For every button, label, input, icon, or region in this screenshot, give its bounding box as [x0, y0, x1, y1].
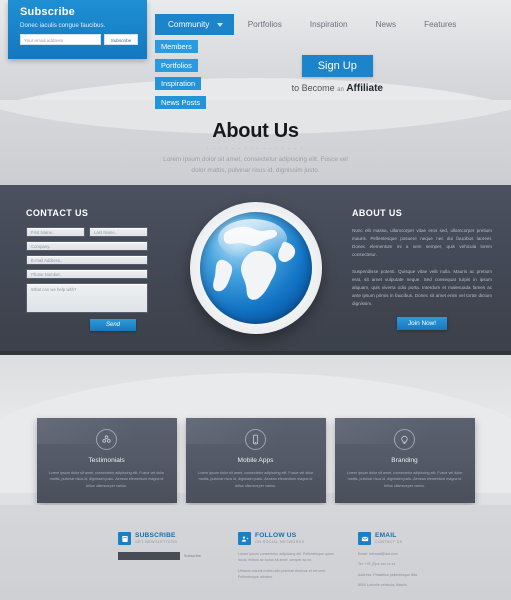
footer-email-line-2: Tel: +31 (0)xx xxx xx xx	[358, 562, 396, 567]
card-text: Lorem ipsum dolor sit amet, consectetur …	[48, 471, 165, 488]
nav-item-news[interactable]: News	[362, 14, 410, 35]
card-title: Testimonials	[88, 457, 125, 464]
footer-email-title: EMAIL	[375, 532, 397, 540]
footer-follow-body: Lorem ipsum consectetur adipiscing elit.…	[238, 551, 336, 580]
subscribe-email-input[interactable]: Your email address	[20, 34, 101, 45]
hero-section: About Us · · · · · · · · · · · · · · · ·…	[0, 100, 511, 185]
subscribe-form: Your email address Subscribe	[20, 34, 138, 45]
card-title: Branding	[391, 457, 418, 464]
footer-subscribe-button[interactable]: Subscribe	[184, 554, 201, 558]
subscribe-title: Subscribe	[20, 6, 75, 18]
footer-email-line-4: 6000 Lobortis vehicula, Mauris	[358, 582, 407, 587]
footer-follow-text-1: Lorem ipsum consectetur adipiscing elit.…	[238, 552, 334, 563]
dropdown-item-portfolios[interactable]: Portfolios	[155, 58, 198, 72]
card-sheen	[185, 418, 326, 444]
hero-subtitle: Lorem ipsum dolor sit amet, consectetur …	[0, 155, 511, 177]
email-input[interactable]: E-mail Address..	[26, 255, 148, 265]
footer-subscribe-header: SUBSCRIBE GET NEWSLETTERS	[118, 532, 216, 545]
feature-card-mobile-apps[interactable]: Mobile Apps Lorem ipsum dolor sit amet, …	[185, 418, 326, 503]
footer-follow-text-2: Utharus mauris mollis odio pulvinar rhon…	[238, 568, 327, 579]
card-text: Lorem ipsum dolor sit amet, consectetur …	[346, 471, 463, 488]
footer-subscribe-subtitle: GET NEWSLETTERS	[135, 539, 178, 544]
footer-email-titles: EMAIL CONTACT US	[375, 532, 403, 544]
nav-item-features[interactable]: Features	[410, 14, 470, 35]
globe-sphere	[200, 212, 312, 324]
footer-newsletter-input[interactable]	[118, 552, 180, 560]
dropdown-item-news-posts[interactable]: News Posts	[155, 95, 207, 109]
card-sheen	[334, 418, 475, 444]
social-users-icon	[238, 532, 251, 545]
dropdown-item-members[interactable]: Members	[155, 40, 198, 53]
about-paragraph-1: Nunc elit massa, ullamcorper vitae eros …	[352, 228, 492, 258]
feature-card-branding[interactable]: Branding Lorem ipsum dolor sit amet, con…	[334, 418, 475, 503]
footer-follow-column: FOLLOW US ON SOCIAL NETWORKS Lorem ipsum…	[238, 532, 336, 592]
globe-highlight	[217, 218, 288, 260]
name-field-row: First Name.. Last Name..	[26, 227, 148, 241]
affiliate-caption-before: to Become	[291, 83, 335, 93]
globe-icon	[190, 202, 322, 334]
mail-icon	[358, 532, 371, 545]
signup-callout: Sign Up to Become an Affiliate	[292, 55, 383, 94]
last-name-input[interactable]: Last Name..	[89, 227, 148, 237]
footer-email-header: EMAIL CONTACT US	[358, 532, 456, 545]
join-now-button[interactable]: Join Now!	[397, 317, 447, 331]
nav-item-community-label: Community	[168, 20, 210, 29]
subscribe-tagline: Donec iaculis congue faucibus.	[20, 22, 106, 29]
sign-up-button[interactable]: Sign Up	[301, 55, 373, 77]
newsletter-icon	[118, 532, 131, 545]
card-title: Mobile Apps	[237, 457, 274, 464]
features-section: Testimonials Lorem ipsum dolor sit amet,…	[0, 355, 511, 505]
footer-follow-titles: FOLLOW US ON SOCIAL NETWORKS	[255, 532, 305, 544]
about-us-heading: ABOUT US	[352, 208, 403, 218]
footer-follow-title: FOLLOW US	[255, 532, 297, 540]
title-divider: · · · · · · · · · · · · · · · ·	[206, 146, 305, 152]
footer-email-subtitle: CONTACT US	[375, 539, 403, 544]
website-mockup: Subscribe Donec iaculis congue faucibus.…	[0, 0, 511, 600]
footer-subscribe-titles: SUBSCRIBE GET NEWSLETTERS	[135, 532, 178, 544]
globe-illustration	[182, 196, 330, 346]
footer-email-body: Email: infomail@dot.com Tel: +31 (0)xx x…	[358, 551, 456, 588]
footer-columns: SUBSCRIBE GET NEWSLETTERS Subscribe FOLL…	[118, 532, 458, 592]
card-text: Lorem ipsum dolor sit amet, consectetur …	[197, 471, 314, 488]
subscribe-widget: Subscribe Donec iaculis congue faucibus.…	[8, 0, 147, 59]
affiliate-caption-strong: Affiliate	[346, 83, 383, 94]
contact-us-heading: CONTACT US	[26, 208, 89, 218]
hero-subtitle-line2: dolor mattis, pulvinar risus id, digniss…	[191, 166, 320, 174]
hero-subtitle-line1: Lorem ipsum dolor sit amet, consectetur …	[163, 156, 348, 163]
phone-input[interactable]: Phone Number..	[26, 269, 148, 279]
footer-subscribe-column: SUBSCRIBE GET NEWSLETTERS Subscribe	[118, 532, 216, 592]
footer-email-column: EMAIL CONTACT US Email: infomail@dot.com…	[358, 532, 456, 592]
affiliate-caption-small: an	[337, 87, 344, 93]
community-dropdown-menu: Members Portfolios Inspiration News Post…	[155, 36, 207, 110]
subscribe-submit-button[interactable]: Subscribe	[104, 34, 138, 45]
nav-item-portfolios[interactable]: Portfolios	[234, 14, 296, 35]
dropdown-item-inspiration[interactable]: Inspiration	[155, 77, 202, 90]
feature-cards: Testimonials Lorem ipsum dolor sit amet,…	[0, 418, 511, 503]
message-textarea[interactable]: What can we help with?	[26, 283, 148, 313]
contact-form: CONTACT US First Name.. Last Name.. Comp…	[26, 208, 148, 331]
first-name-input[interactable]: First Name..	[26, 227, 85, 237]
company-input[interactable]: Company..	[26, 241, 148, 251]
footer-subscribe-title: SUBSCRIBE	[135, 532, 176, 540]
nav-item-inspiration[interactable]: Inspiration	[296, 14, 362, 35]
about-us-block: ABOUT US Nunc elit massa, ullamcorper vi…	[352, 208, 492, 331]
send-button[interactable]: Send	[90, 319, 136, 331]
footer-email-line-3: Address: Phasellus pellentesque 88a	[358, 572, 418, 577]
page-title: About Us	[212, 120, 299, 142]
chevron-down-icon	[216, 22, 223, 27]
footer-follow-header: FOLLOW US ON SOCIAL NETWORKS	[238, 532, 336, 545]
footer: SUBSCRIBE GET NEWSLETTERS Subscribe FOLL…	[0, 505, 511, 600]
footer-email-line-1[interactable]: Email: infomail@dot.com	[358, 551, 456, 557]
about-paragraph-2: Suspendisse potenti. Quisque vitae velit…	[352, 269, 492, 307]
main-navigation: Community Portfolios Inspiration News Fe…	[155, 14, 470, 35]
footer-follow-subtitle: ON SOCIAL NETWORKS	[255, 539, 305, 544]
nav-item-community[interactable]: Community	[155, 14, 234, 35]
card-sheen	[36, 418, 177, 444]
footer-newsletter-form: Subscribe	[118, 552, 216, 560]
affiliate-caption: to Become an Affiliate	[292, 83, 383, 94]
feature-card-testimonials[interactable]: Testimonials Lorem ipsum dolor sit amet,…	[36, 418, 177, 503]
